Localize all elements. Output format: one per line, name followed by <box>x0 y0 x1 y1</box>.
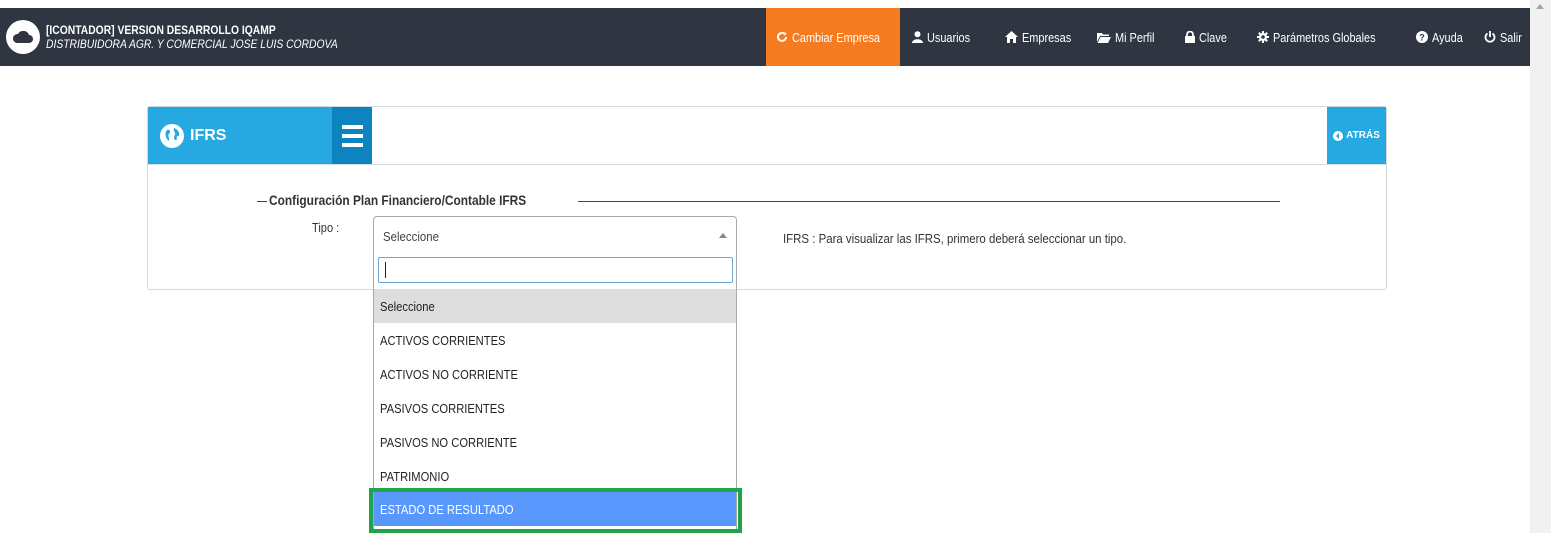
fieldset-line-left <box>257 201 267 202</box>
nav-label: Parámetros Globales <box>1273 29 1376 45</box>
option-label: PASIVOS NO CORRIENTE <box>380 434 518 450</box>
nav-label: Empresas <box>1022 29 1072 45</box>
question-circle-icon: ? <box>1416 31 1428 43</box>
hamburger-bar <box>341 133 363 138</box>
fieldset-legend: Configuración Plan Financiero/Contable I… <box>269 192 527 208</box>
folder-open-icon <box>1097 32 1111 43</box>
nav-ayuda[interactable]: ? Ayuda <box>1406 8 1474 66</box>
nav-clave[interactable]: Clave <box>1175 8 1245 66</box>
option-label: PASIVOS CORRIENTES <box>380 400 505 416</box>
nav-label: Clave <box>1199 29 1227 45</box>
page-scrollbar[interactable] <box>1530 0 1551 533</box>
option-label: ACTIVOS CORRIENTES <box>380 332 506 348</box>
dropdown-search-input[interactable] <box>378 257 733 283</box>
panel-title: IFRS <box>148 107 332 164</box>
top-navbar: [ICONTADOR] VERSION DESARROLLO IQAMP DIS… <box>0 8 1530 66</box>
text-caret <box>385 262 386 278</box>
nav-cambiar-empresa[interactable]: Cambiar Empresa <box>766 8 900 66</box>
refresh-icon <box>777 31 787 42</box>
nav-empresas[interactable]: Empresas <box>995 8 1089 66</box>
nav-mi-perfil[interactable]: Mi Perfil <box>1089 8 1175 66</box>
back-arrow-icon <box>1333 130 1344 141</box>
select-current-value: Seleccione <box>383 229 439 244</box>
brand: [ICONTADOR] VERSION DESARROLLO IQAMP DIS… <box>0 8 766 66</box>
dropdown-option[interactable]: PASIVOS CORRIENTES <box>374 391 736 425</box>
dropdown-option[interactable]: Seleccione <box>374 289 736 323</box>
chevron-up-icon <box>719 233 727 238</box>
back-button-label: ATRÁS <box>1346 130 1380 141</box>
option-label: Seleccione <box>380 298 435 314</box>
nav-label: Ayuda <box>1432 29 1463 45</box>
nav-label: Salir <box>1500 29 1522 45</box>
power-icon <box>1484 31 1496 43</box>
info-message: IFRS : Para visualizar las IFRS, primero… <box>783 231 1127 246</box>
nav-label: Usuarios <box>927 29 971 45</box>
nav-label: Cambiar Empresa <box>792 29 881 45</box>
app-title: [ICONTADOR] VERSION DESARROLLO IQAMP <box>46 23 276 37</box>
fieldset-line-right <box>578 201 1280 202</box>
back-button[interactable]: ATRÁS <box>1327 107 1386 164</box>
option-label: PATRIMONIO <box>380 468 450 484</box>
gear-icon <box>1257 31 1269 43</box>
hamburger-bar <box>341 142 363 147</box>
highlight-outline <box>369 488 742 533</box>
cloud-icon <box>6 20 40 54</box>
lock-icon <box>1185 31 1195 43</box>
nav-salir[interactable]: Salir <box>1474 8 1530 66</box>
nav-label: Mi Perfil <box>1115 29 1155 45</box>
nav-usuarios[interactable]: Usuarios <box>900 8 995 66</box>
tipo-label: Tipo : <box>312 220 340 235</box>
panel-header: IFRS ATRÁS <box>148 107 1386 165</box>
tipo-select[interactable]: Seleccione <box>373 216 737 254</box>
globe-icon <box>160 123 184 148</box>
svg-text:?: ? <box>1419 33 1425 43</box>
panel-title-text: IFRS <box>190 126 227 144</box>
user-icon <box>912 31 923 43</box>
nav-parametros-globales[interactable]: Parámetros Globales <box>1245 8 1406 66</box>
ifrs-panel: IFRS ATRÁS Configuración Plan Financiero… <box>147 106 1387 290</box>
scroll-up-arrow-icon[interactable] <box>1536 4 1544 9</box>
option-label: ACTIVOS NO CORRIENTE <box>380 366 518 382</box>
home-icon <box>1005 31 1018 43</box>
dropdown-option[interactable]: ACTIVOS CORRIENTES <box>374 323 736 357</box>
company-name: DISTRIBUIDORA AGR. Y COMERCIAL JOSE LUIS… <box>46 37 338 51</box>
dropdown-option[interactable]: ACTIVOS NO CORRIENTE <box>374 357 736 391</box>
menu-toggle-button[interactable] <box>332 107 372 164</box>
dropdown-option[interactable]: PASIVOS NO CORRIENTE <box>374 425 736 459</box>
hamburger-icon <box>341 124 363 129</box>
main-nav: Cambiar Empresa Usuarios Empresas Mi Per… <box>766 8 1530 66</box>
